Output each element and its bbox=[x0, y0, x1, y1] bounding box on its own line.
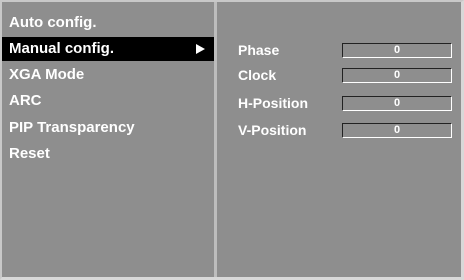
param-label: V-Position bbox=[238, 122, 307, 138]
menu-item-label: ARC bbox=[9, 92, 42, 109]
menu-item-label: Auto config. bbox=[9, 14, 97, 31]
param-label: Clock bbox=[238, 67, 277, 83]
menu-item-reset[interactable]: Reset bbox=[2, 142, 214, 166]
menu-item-pip-transparency[interactable]: PIP Transparency bbox=[2, 116, 214, 140]
menu-item-auto-config[interactable]: Auto config. bbox=[2, 11, 214, 35]
osd-menu-window: Auto config. Manual config. XGA Mode ARC… bbox=[0, 0, 464, 280]
v-position-value-field[interactable]: 0 bbox=[342, 123, 452, 138]
h-position-value-field[interactable]: 0 bbox=[342, 96, 452, 111]
main-menu-panel: Auto config. Manual config. XGA Mode ARC… bbox=[2, 2, 214, 277]
menu-item-arc[interactable]: ARC bbox=[2, 89, 214, 113]
right-arrow-icon bbox=[196, 44, 205, 54]
menu-item-label: Reset bbox=[9, 145, 50, 162]
menu-item-label: PIP Transparency bbox=[9, 119, 135, 136]
phase-value-field[interactable]: 0 bbox=[342, 43, 452, 58]
menu-item-manual-config[interactable]: Manual config. bbox=[2, 37, 214, 61]
param-label: H-Position bbox=[238, 95, 308, 111]
menu-item-label: Manual config. bbox=[9, 40, 114, 57]
manual-config-panel: Phase 0 Clock 0 H-Position 0 V-Position … bbox=[217, 2, 461, 277]
clock-value-field[interactable]: 0 bbox=[342, 68, 452, 83]
menu-item-label: XGA Mode bbox=[9, 66, 85, 83]
param-label: Phase bbox=[238, 42, 280, 58]
menu-item-xga-mode[interactable]: XGA Mode bbox=[2, 63, 214, 87]
